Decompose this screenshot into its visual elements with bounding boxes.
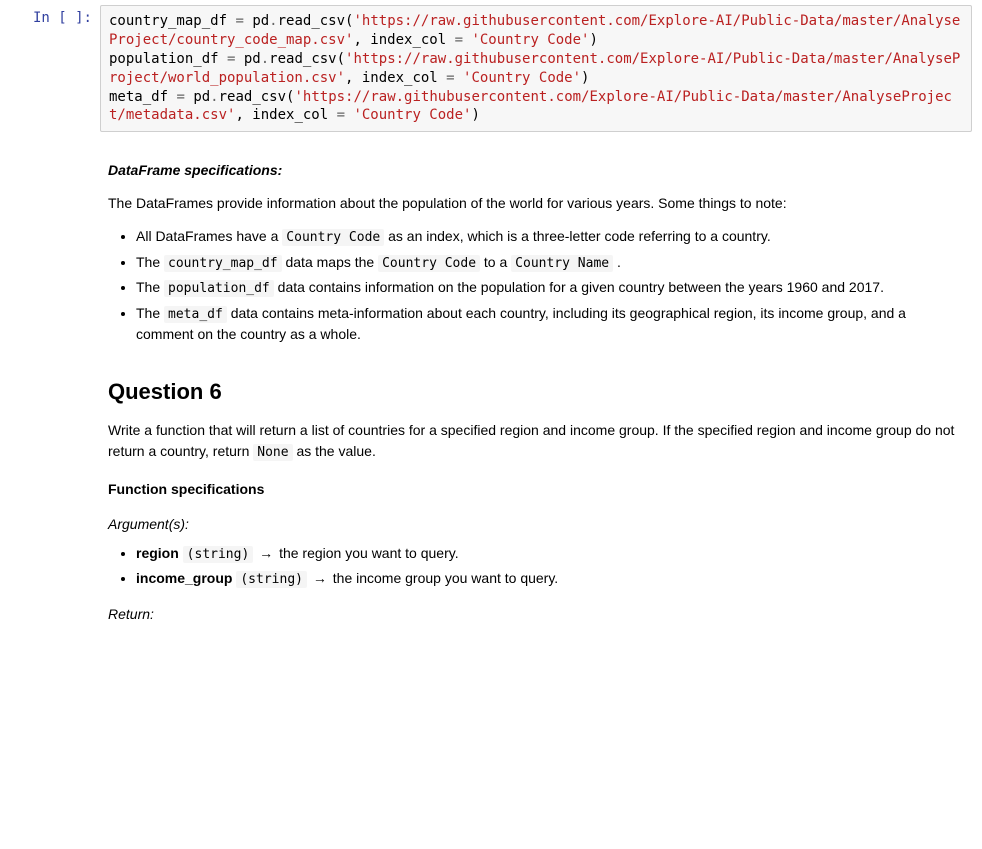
comma: , [353, 32, 370, 48]
var-name: population_df [109, 51, 219, 67]
text: data contains information on the populat… [274, 279, 884, 295]
module: pd [244, 51, 261, 67]
text: to a [480, 254, 511, 270]
list-item: region (string) → the region you want to… [136, 543, 964, 565]
var-name: meta_df [109, 89, 168, 105]
string: 'Country Code' [353, 107, 471, 123]
comma: , [345, 70, 362, 86]
text: data contains meta-information about eac… [136, 305, 906, 343]
empty-prompt [10, 142, 100, 633]
arg-name: region [136, 545, 179, 561]
function-spec-heading: Function specifications [108, 479, 964, 500]
arrow-icon: → [253, 545, 279, 561]
inline-code: Country Code [378, 255, 480, 272]
string: 'Country Code' [463, 70, 581, 86]
list-item: All DataFrames have a Country Code as an… [136, 226, 964, 248]
module: pd [252, 13, 269, 29]
paren: ) [471, 107, 479, 123]
list-item: The country_map_df data maps the Country… [136, 252, 964, 274]
input-prompt: In [ ]: [10, 5, 100, 132]
inline-code: None [253, 444, 292, 461]
paren: ( [337, 51, 345, 67]
arg-type: (string) [183, 546, 254, 563]
comma: , [235, 107, 252, 123]
markdown-content: DataFrame specifications: The DataFrames… [100, 142, 972, 633]
kwarg: index_col [362, 70, 438, 86]
text: The [136, 254, 164, 270]
code-cell[interactable]: In [ ]: country_map_df = pd.read_csv('ht… [10, 0, 972, 137]
text: The [136, 279, 164, 295]
operator: = [227, 13, 252, 29]
text: data maps the [282, 254, 379, 270]
kwarg: index_col [252, 107, 328, 123]
func: read_csv [219, 89, 286, 105]
arg-desc: the income group you want to query. [333, 570, 558, 586]
question-text: Write a function that will return a list… [108, 420, 964, 463]
text: . [613, 254, 621, 270]
operator: = [446, 32, 471, 48]
list-item: The population_df data contains informat… [136, 277, 964, 299]
dot: . [269, 13, 277, 29]
dot: . [210, 89, 218, 105]
text: Write a function that will return a list… [108, 422, 954, 459]
paren: ) [581, 70, 589, 86]
inline-code: population_df [164, 280, 274, 297]
text: All DataFrames have a [136, 228, 282, 244]
text: as an index, which is a three-letter cod… [384, 228, 771, 244]
question-heading: Question 6 [108, 375, 964, 408]
text: as the value. [293, 443, 376, 459]
arguments-heading: Argument(s): [108, 514, 964, 535]
markdown-cell: DataFrame specifications: The DataFrames… [10, 137, 972, 638]
inline-code: Country Name [511, 255, 613, 272]
module: pd [193, 89, 210, 105]
list-item: The meta_df data contains meta-informati… [136, 303, 964, 346]
paren: ) [589, 32, 597, 48]
inline-code: meta_df [164, 306, 227, 323]
func: read_csv [269, 51, 336, 67]
return-heading: Return: [108, 604, 964, 625]
operator: = [168, 89, 193, 105]
arrow-icon: → [307, 570, 333, 586]
operator: = [219, 51, 244, 67]
kwarg: index_col [370, 32, 446, 48]
operator: = [438, 70, 463, 86]
dataframe-spec-heading: DataFrame specifications: [108, 160, 964, 181]
operator: = [328, 107, 353, 123]
arg-type: (string) [236, 571, 307, 588]
list-item: income_group (string) → the income group… [136, 568, 964, 590]
string: 'Country Code' [471, 32, 589, 48]
dot: . [261, 51, 269, 67]
arg-name: income_group [136, 570, 232, 586]
arguments-list: region (string) → the region you want to… [108, 543, 964, 590]
intro-text: The DataFrames provide information about… [108, 193, 964, 214]
inline-code: country_map_df [164, 255, 282, 272]
func: read_csv [278, 13, 345, 29]
arg-desc: the region you want to query. [279, 545, 459, 561]
inline-code: Country Code [282, 229, 384, 246]
text: The [136, 305, 164, 321]
spec-list: All DataFrames have a Country Code as an… [108, 226, 964, 345]
code-input-area[interactable]: country_map_df = pd.read_csv('https://ra… [100, 5, 972, 132]
var-name: country_map_df [109, 13, 227, 29]
